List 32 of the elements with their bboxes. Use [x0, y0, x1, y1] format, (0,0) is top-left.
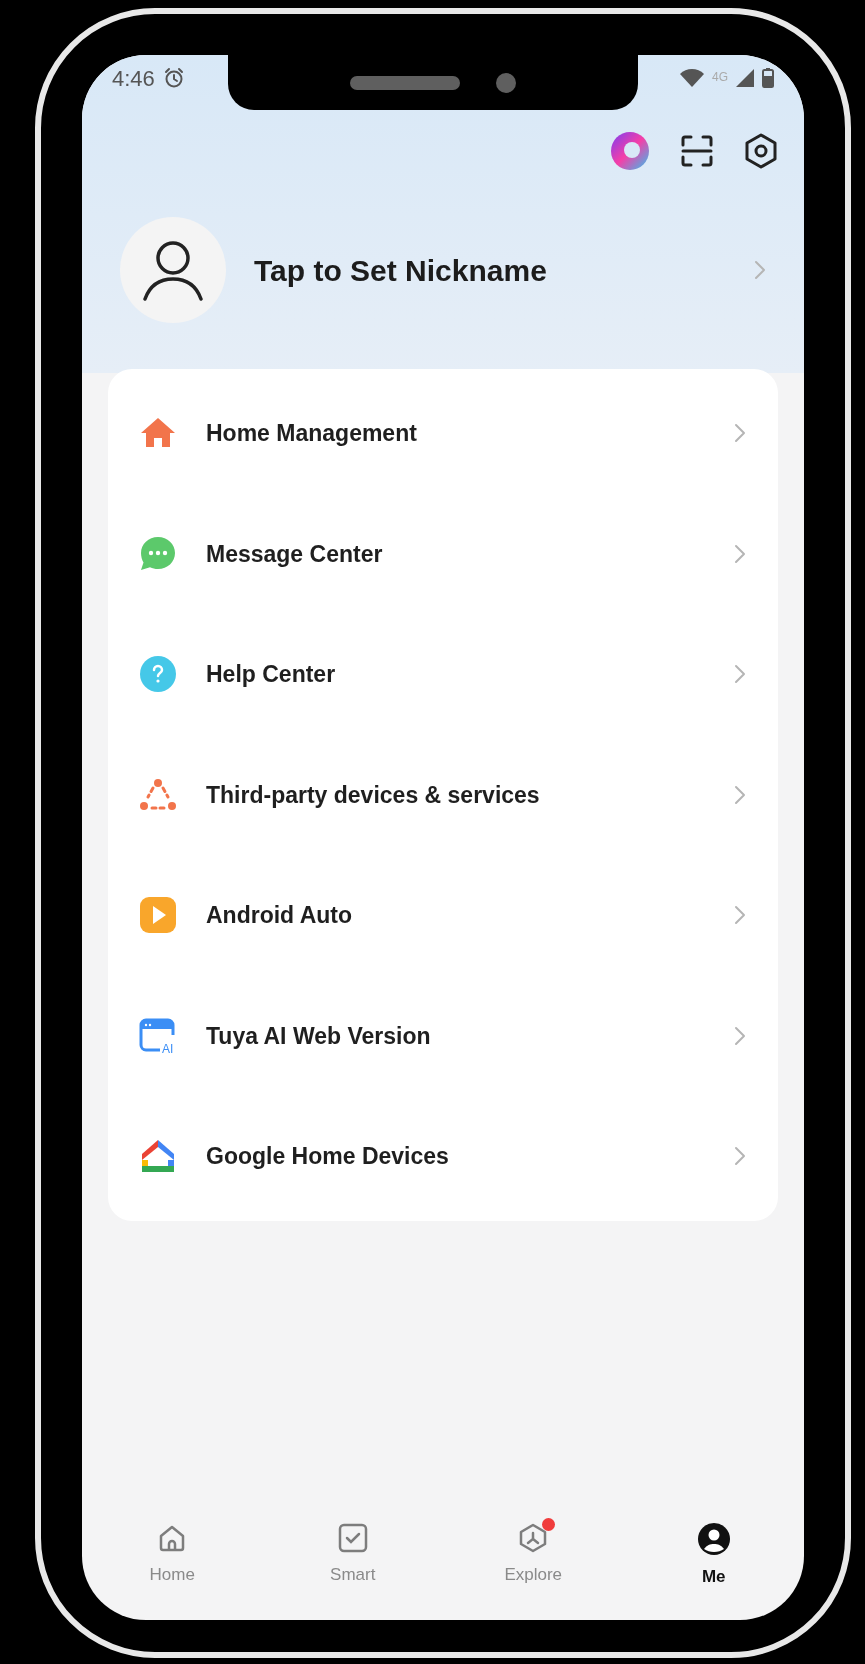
swirl-logo-icon[interactable]	[610, 131, 650, 171]
nav-tab[interactable]: Me	[623, 1522, 804, 1620]
menu-item[interactable]: Message Center	[108, 493, 778, 614]
chevron-right-icon	[734, 1025, 746, 1046]
status-time: 4:46	[112, 64, 155, 93]
network-type: 4G	[712, 69, 728, 86]
menu-item[interactable]: Third-party devices & services	[108, 734, 778, 855]
person-circle-icon	[696, 1522, 731, 1556]
signal-icon	[736, 69, 754, 87]
battery-icon	[762, 68, 774, 88]
chevron-right-icon	[734, 1146, 746, 1167]
help-icon	[138, 654, 178, 695]
menu-item[interactable]: Home Management	[108, 373, 778, 494]
chevron-right-icon	[734, 423, 746, 444]
chevron-right-icon	[734, 784, 746, 805]
play-icon	[138, 895, 178, 936]
chevron-right-icon	[734, 543, 746, 564]
person-icon	[142, 239, 204, 301]
wifi-icon	[680, 69, 704, 87]
chevron-right-icon	[734, 664, 746, 685]
menu-item[interactable]: Help Center	[108, 614, 778, 735]
menu-item[interactable]: AI Tuya AI Web Version	[108, 975, 778, 1096]
alarm-icon	[162, 67, 185, 89]
menu-item[interactable]: Android Auto	[108, 855, 778, 976]
nickname-prompt: Tap to Set Nickname	[254, 252, 548, 289]
profile-row[interactable]: Tap to Set Nickname	[82, 217, 804, 323]
chevron-right-icon	[734, 905, 746, 926]
settings-icon[interactable]	[744, 133, 778, 169]
checkbox-icon	[336, 1522, 369, 1554]
menu-item[interactable]: Google Home Devices	[108, 1096, 778, 1217]
chevron-right-icon	[754, 260, 766, 280]
scan-icon[interactable]	[680, 134, 714, 168]
